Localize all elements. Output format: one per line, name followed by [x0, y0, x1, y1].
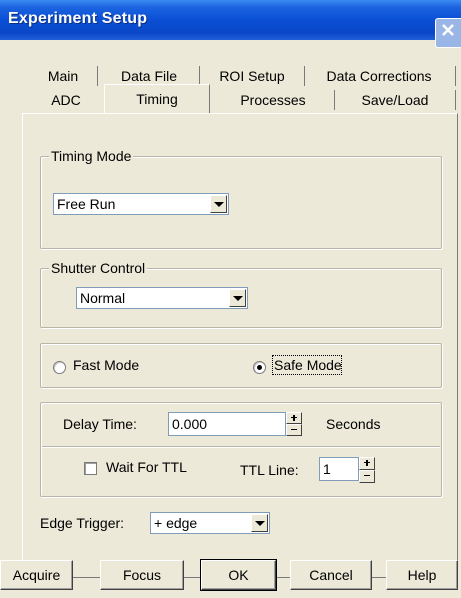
shutter-control-select[interactable]: Normal [76, 287, 248, 309]
ok-button[interactable]: OK [200, 559, 277, 591]
chevron-down-icon[interactable] [251, 514, 268, 532]
spin-down-icon[interactable] [359, 470, 375, 483]
tab-timing[interactable]: Timing [105, 89, 209, 111]
delay-time-unit: Seconds [326, 416, 381, 432]
edge-trigger-label: Edge Trigger: [40, 515, 125, 531]
delay-time-value: 0.000 [172, 416, 208, 432]
chevron-down-icon[interactable] [210, 195, 227, 213]
fast-mode-label[interactable]: Fast Mode [73, 357, 139, 373]
delay-time-input[interactable]: 0.000 [168, 412, 286, 436]
tab-separator [97, 66, 98, 86]
timing-mode-select[interactable]: Free Run [53, 193, 229, 215]
tab-roi-setup[interactable]: ROI Setup [202, 66, 302, 88]
fast-mode-radio[interactable] [53, 361, 66, 374]
divider [42, 446, 440, 447]
wait-for-ttl-checkbox[interactable] [84, 462, 97, 475]
ttl-line-input[interactable]: 1 [319, 457, 359, 481]
close-icon [442, 24, 454, 36]
window-title: Experiment Setup [8, 10, 148, 27]
tab-separator [334, 90, 335, 110]
shutter-control-value: Normal [80, 290, 126, 306]
ttl-line-label: TTL Line: [240, 462, 299, 478]
spin-down-icon[interactable] [286, 424, 302, 436]
tab-main[interactable]: Main [30, 66, 96, 88]
tab-data-corrections[interactable]: Data Corrections [307, 66, 451, 88]
wait-for-ttl-label[interactable]: Wait For TTL [106, 459, 187, 475]
tab-separator [199, 66, 200, 86]
title-bar: Experiment Setup [0, 0, 461, 48]
focus-button[interactable]: Focus [100, 560, 184, 590]
safe-mode-radio[interactable] [253, 361, 266, 374]
edge-trigger-select[interactable]: + edge [150, 512, 270, 534]
spin-up-icon[interactable] [359, 457, 375, 470]
shutter-control-legend: Shutter Control [49, 260, 148, 276]
spin-up-icon[interactable] [286, 412, 302, 424]
edge-trigger-value: + edge [154, 515, 198, 531]
safe-mode-label[interactable]: Safe Mode [274, 357, 342, 373]
ttl-line-spinner[interactable] [359, 457, 375, 483]
delay-time-spinner[interactable] [286, 412, 302, 436]
close-button[interactable] [435, 18, 461, 48]
tab-separator [455, 66, 456, 86]
chevron-down-icon[interactable] [229, 289, 246, 307]
delay-time-label: Delay Time: [63, 416, 137, 432]
tab-separator [455, 90, 456, 110]
acquire-button[interactable]: Acquire [0, 560, 73, 590]
tab-separator [304, 66, 305, 86]
tab-save-load[interactable]: Save/Load [337, 90, 453, 112]
timing-mode-legend: Timing Mode [49, 148, 134, 164]
tab-timing-active[interactable]: Timing [104, 84, 210, 114]
timing-mode-value: Free Run [57, 196, 116, 212]
tab-adc[interactable]: ADC [30, 90, 102, 112]
cancel-button[interactable]: Cancel [290, 560, 372, 590]
tab-processes[interactable]: Processes [212, 90, 334, 112]
help-button[interactable]: Help [386, 560, 458, 590]
ttl-line-value: 1 [323, 461, 331, 477]
